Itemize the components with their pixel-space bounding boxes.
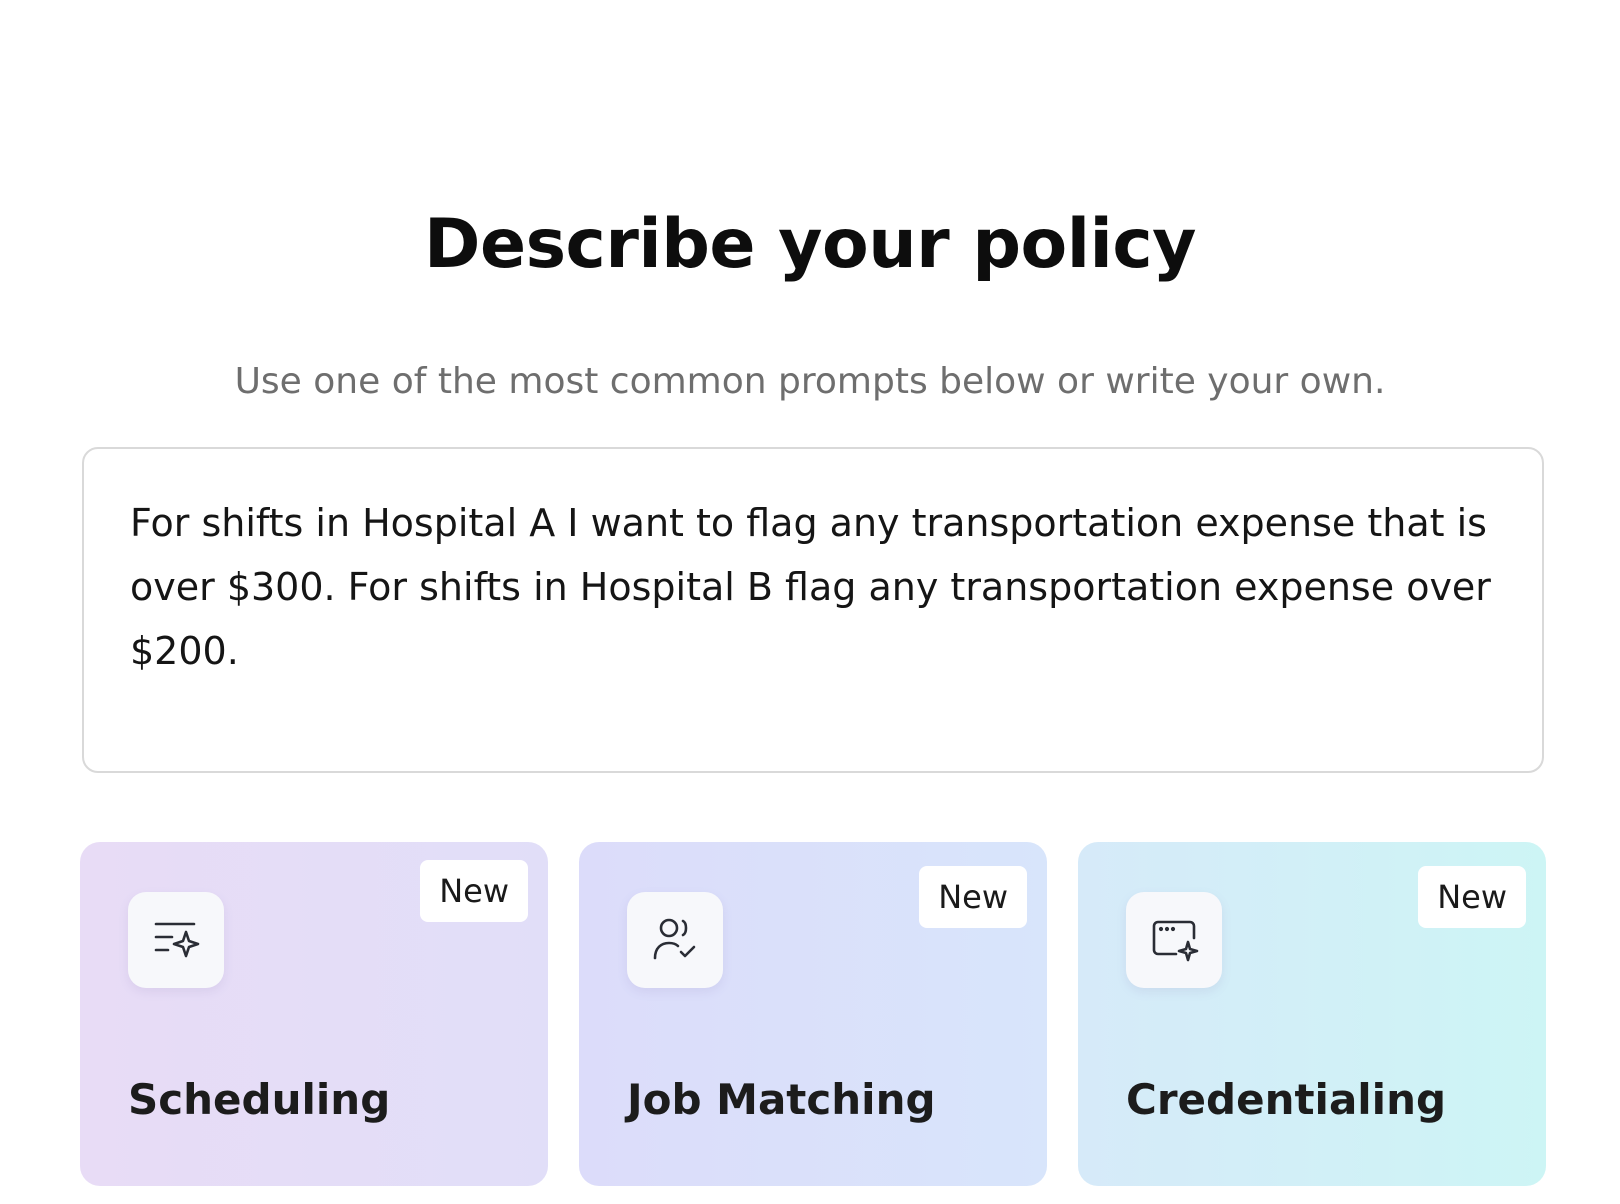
new-badge: New <box>1418 866 1526 928</box>
policy-prompt-input[interactable]: For shifts in Hospital A I want to flag … <box>82 447 1544 773</box>
user-check-icon <box>627 892 723 988</box>
list-sparkle-icon <box>128 892 224 988</box>
policy-page: Describe your policy Use one of the most… <box>0 0 1620 1204</box>
page-subtitle: Use one of the most common prompts below… <box>234 361 1386 402</box>
new-badge: New <box>420 860 528 922</box>
category-card-scheduling[interactable]: New Scheduling <box>80 842 548 1186</box>
category-cards: New Scheduling New Job Matching New Cred… <box>80 842 1546 1186</box>
new-badge: New <box>919 866 1027 928</box>
category-card-credentialing[interactable]: New Credentialing <box>1078 842 1546 1186</box>
category-card-job-matching[interactable]: New Job Matching <box>579 842 1047 1186</box>
category-label: Scheduling <box>128 1075 391 1124</box>
browser-sparkle-icon <box>1126 892 1222 988</box>
category-label: Job Matching <box>627 1075 936 1124</box>
page-title: Describe your policy <box>424 205 1196 284</box>
policy-prompt-text[interactable]: For shifts in Hospital A I want to flag … <box>130 491 1496 683</box>
category-label: Credentialing <box>1126 1075 1447 1124</box>
